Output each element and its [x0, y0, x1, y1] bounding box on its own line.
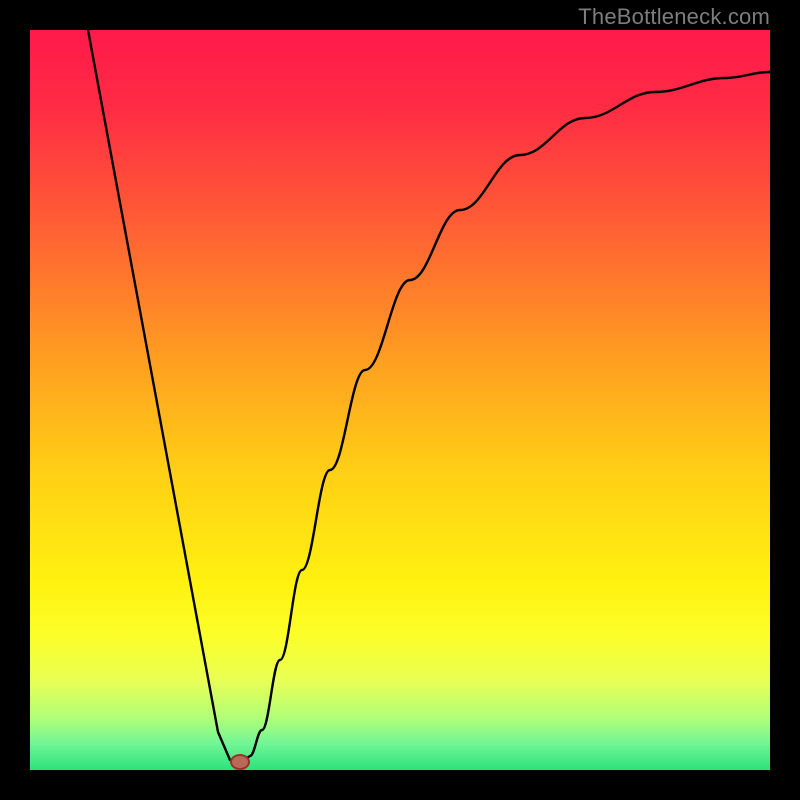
plot-area: [30, 30, 770, 770]
attribution-text: TheBottleneck.com: [578, 4, 770, 30]
minimum-marker: [231, 755, 249, 769]
chart-background: [30, 30, 770, 770]
chart-frame: TheBottleneck.com: [0, 0, 800, 800]
chart-svg: [30, 30, 770, 770]
